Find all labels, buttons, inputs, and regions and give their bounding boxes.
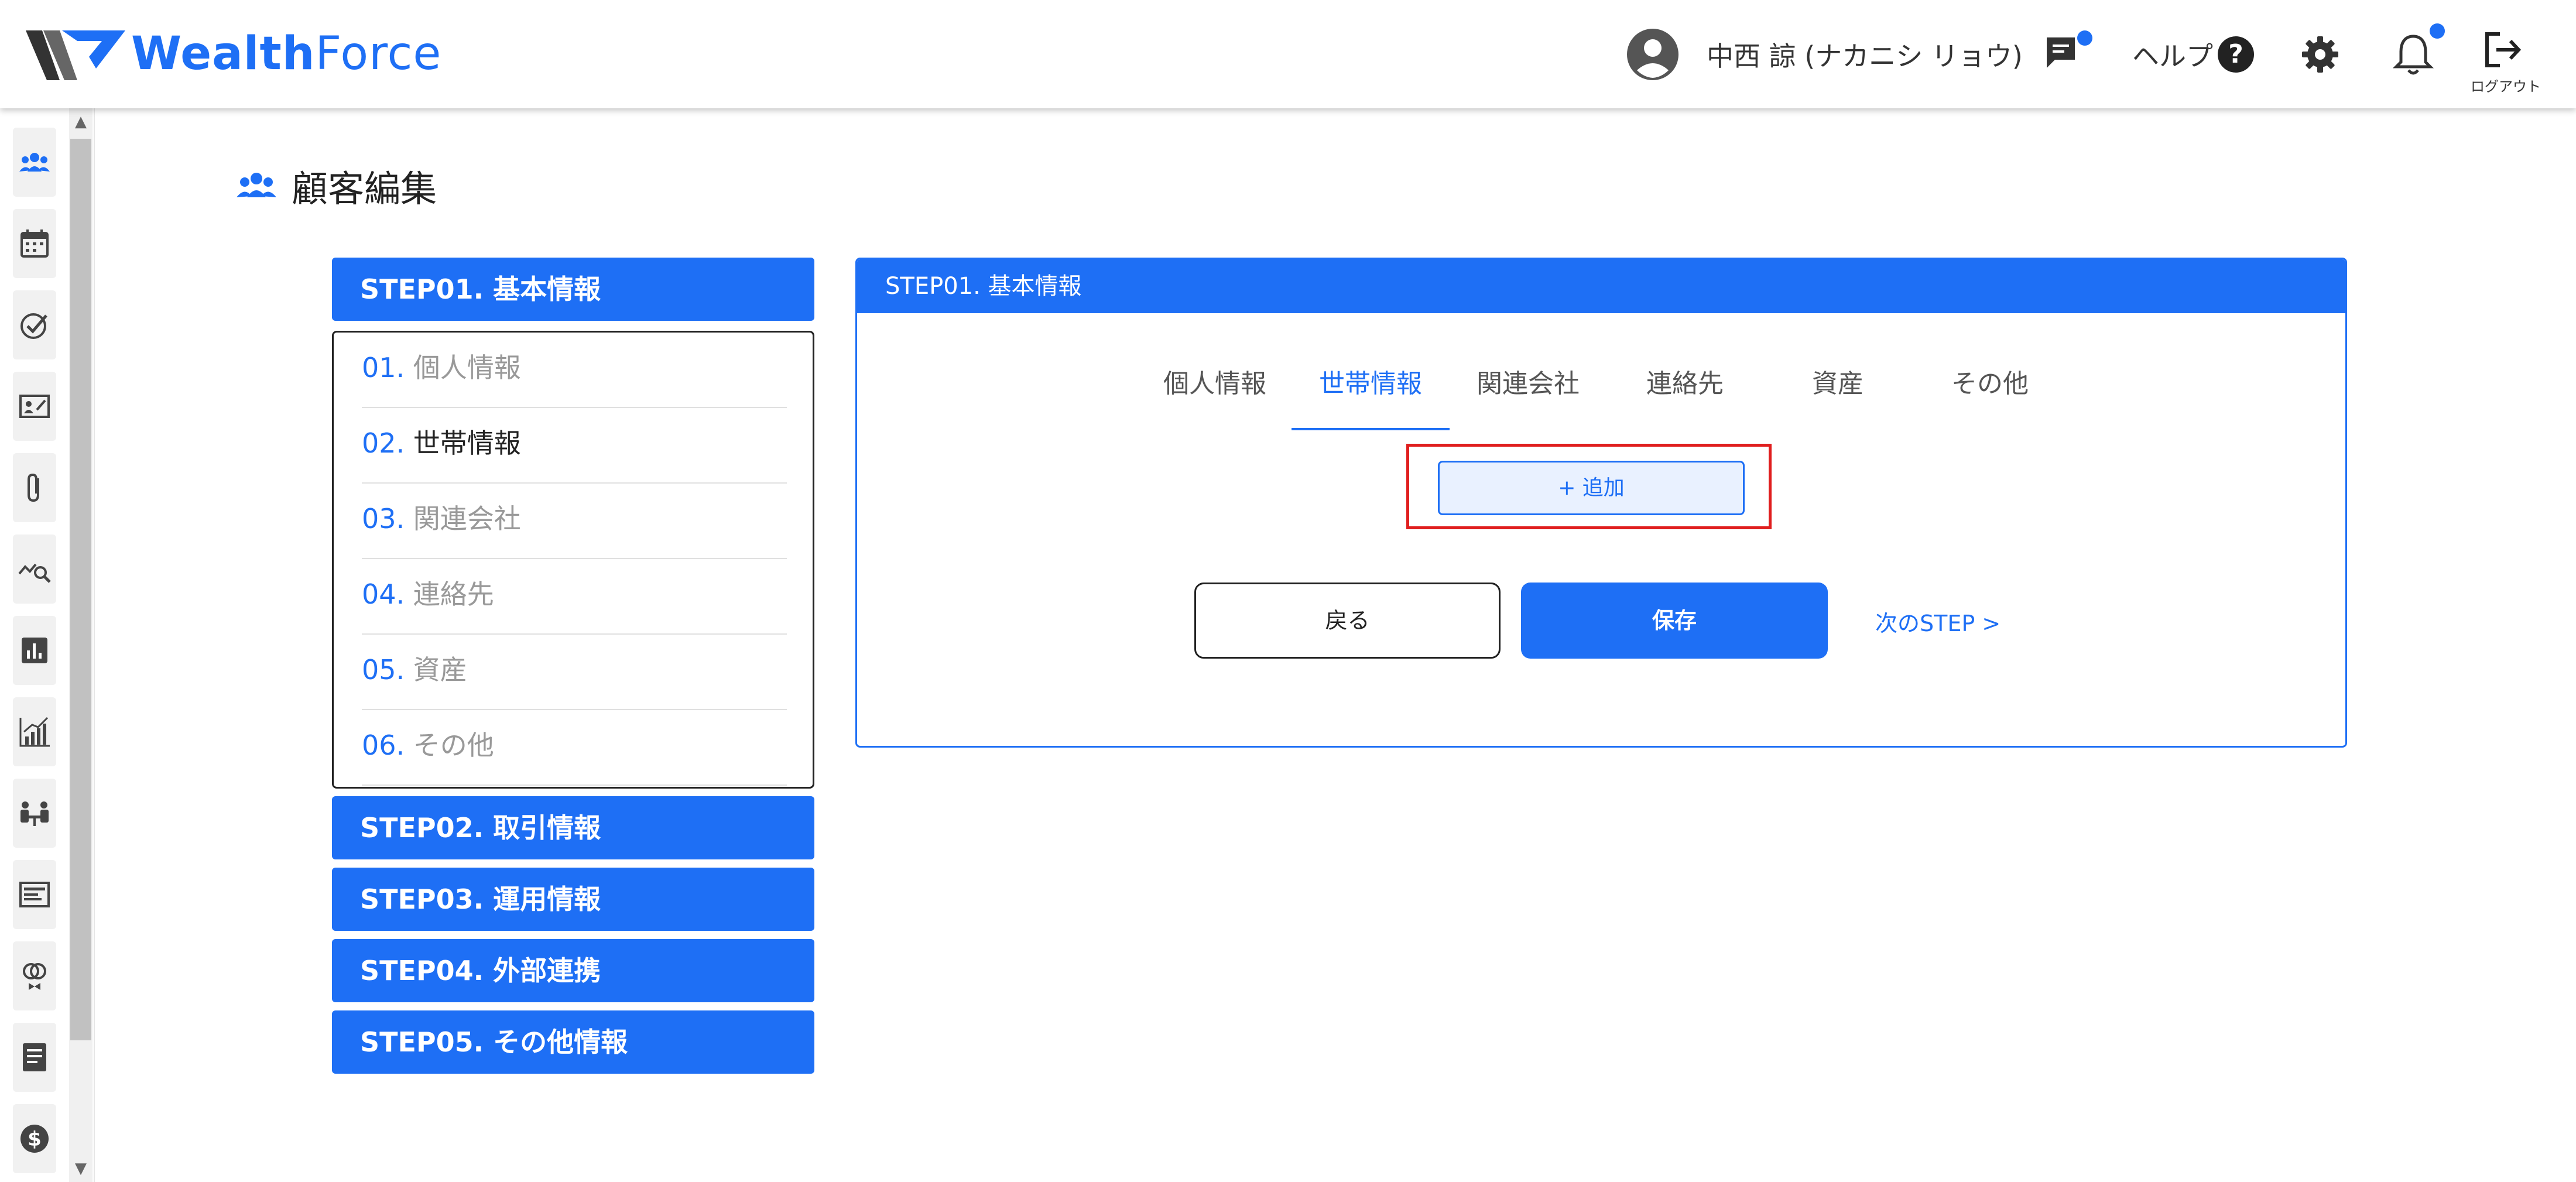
chat-notification-dot xyxy=(2077,30,2092,46)
tab-contacts[interactable]: 連絡先 xyxy=(1606,360,1764,430)
sidebar-scrollbar-thumb[interactable] xyxy=(70,139,91,1040)
gear-icon[interactable] xyxy=(2300,34,2341,75)
tab-personal-info[interactable]: 個人情報 xyxy=(1136,360,1294,430)
step05-button[interactable]: STEP05. その他情報 xyxy=(332,1010,814,1074)
user-name[interactable]: 中西 諒 (ナカニシ リョウ) xyxy=(1707,35,2023,74)
rings-icon xyxy=(23,963,46,990)
growth-chart-icon xyxy=(19,717,50,747)
substep-number: 03. xyxy=(362,503,405,535)
app-header: WealthForce 中西 諒 (ナカニシ リョウ) ヘルプ ? ログアウト xyxy=(0,0,2576,108)
people-icon xyxy=(237,173,276,197)
scroll-down-arrow-icon[interactable]: ▼ xyxy=(71,1160,90,1177)
sidebar: $ ▲ ▼ xyxy=(0,108,95,1182)
substep-label: 連絡先 xyxy=(413,578,494,610)
check-circle-icon xyxy=(20,313,47,339)
logo-mark-icon xyxy=(26,30,125,80)
substep-number: 06. xyxy=(362,729,405,761)
substep-list: 01. 個人情報 02. 世帯情報 03. 関連会社 04. 連絡先 05. 資… xyxy=(332,331,814,789)
tab-household-info[interactable]: 世帯情報 xyxy=(1292,360,1450,430)
paperclip-icon xyxy=(28,473,39,502)
tab-other[interactable]: その他 xyxy=(1911,360,2069,430)
bell-notification-dot xyxy=(2430,23,2445,39)
sidebar-item-news[interactable] xyxy=(13,860,56,929)
logo-text: WealthForce xyxy=(131,28,441,80)
substep-personal-info[interactable]: 01. 個人情報 xyxy=(362,333,787,408)
back-button[interactable]: 戻る xyxy=(1194,583,1501,659)
help-label[interactable]: ヘルプ xyxy=(2132,35,2213,74)
svg-text:$: $ xyxy=(28,1128,42,1151)
calendar-icon xyxy=(20,229,49,258)
tab-related-companies[interactable]: 関連会社 xyxy=(1449,360,1607,430)
page-title: 顧客編集 xyxy=(292,167,437,210)
sidebar-item-analysis[interactable] xyxy=(13,535,56,604)
help-icon[interactable]: ? xyxy=(2218,36,2254,73)
sidebar-item-events[interactable] xyxy=(13,941,56,1010)
logo-force: Force xyxy=(315,28,442,80)
sidebar-item-calendar[interactable] xyxy=(13,209,56,278)
scroll-up-arrow-icon[interactable]: ▲ xyxy=(71,113,90,131)
bar-chart-icon xyxy=(22,638,47,663)
logout-label[interactable]: ログアウト xyxy=(2471,75,2541,95)
sidebar-item-contacts[interactable] xyxy=(13,372,56,441)
wealthforce-logo[interactable]: WealthForce xyxy=(26,25,441,83)
card-header: STEP01. 基本情報 xyxy=(857,259,2345,313)
sidebar-item-customers[interactable] xyxy=(13,128,56,197)
bell-icon[interactable] xyxy=(2392,32,2435,77)
customers-icon xyxy=(19,153,50,172)
logout-icon[interactable] xyxy=(2482,30,2523,69)
substep-label: 資産 xyxy=(413,654,467,686)
document-icon xyxy=(23,1043,46,1071)
substep-label: 世帯情報 xyxy=(413,427,521,459)
tab-assets[interactable]: 資産 xyxy=(1759,360,1917,430)
substep-related-companies[interactable]: 03. 関連会社 xyxy=(362,484,787,559)
sidebar-item-tasks[interactable] xyxy=(13,290,56,359)
substep-contacts[interactable]: 04. 連絡先 xyxy=(362,559,787,635)
substep-number: 04. xyxy=(362,578,405,610)
step01-button[interactable]: STEP01. 基本情報 xyxy=(332,258,814,321)
article-icon xyxy=(19,882,50,907)
sidebar-item-billing[interactable]: $ xyxy=(13,1104,56,1173)
chart-search-icon xyxy=(18,563,51,583)
step02-button[interactable]: STEP02. 取引情報 xyxy=(332,796,814,859)
sidebar-item-reports[interactable] xyxy=(13,616,56,685)
step04-button[interactable]: STEP04. 外部連携 xyxy=(332,939,814,1002)
dollar-icon: $ xyxy=(20,1125,49,1153)
step03-button[interactable]: STEP03. 運用情報 xyxy=(332,868,814,931)
substep-number: 01. xyxy=(362,352,405,383)
substep-label: 関連会社 xyxy=(413,503,521,535)
user-avatar-icon[interactable] xyxy=(1626,28,1679,81)
substep-label: 個人情報 xyxy=(413,352,521,383)
save-button[interactable]: 保存 xyxy=(1521,583,1828,659)
substep-household-info[interactable]: 02. 世帯情報 xyxy=(362,408,787,484)
sidebar-item-attachments[interactable] xyxy=(13,453,56,522)
substep-label: その他 xyxy=(413,729,494,761)
substep-assets[interactable]: 05. 資産 xyxy=(362,635,787,710)
meeting-icon xyxy=(20,801,49,826)
substep-number: 05. xyxy=(362,654,405,686)
logo-wealth: Wealth xyxy=(131,28,316,80)
substep-number: 02. xyxy=(362,427,405,459)
substep-other[interactable]: 06. その他 xyxy=(362,710,787,786)
sidebar-item-performance[interactable] xyxy=(13,697,56,766)
contact-card-icon xyxy=(19,395,50,418)
next-step-link[interactable]: 次のSTEP > xyxy=(1875,605,2000,638)
sidebar-item-meetings[interactable] xyxy=(13,779,56,848)
add-button[interactable]: + 追加 xyxy=(1438,461,1745,515)
sidebar-item-documents[interactable] xyxy=(13,1023,56,1092)
